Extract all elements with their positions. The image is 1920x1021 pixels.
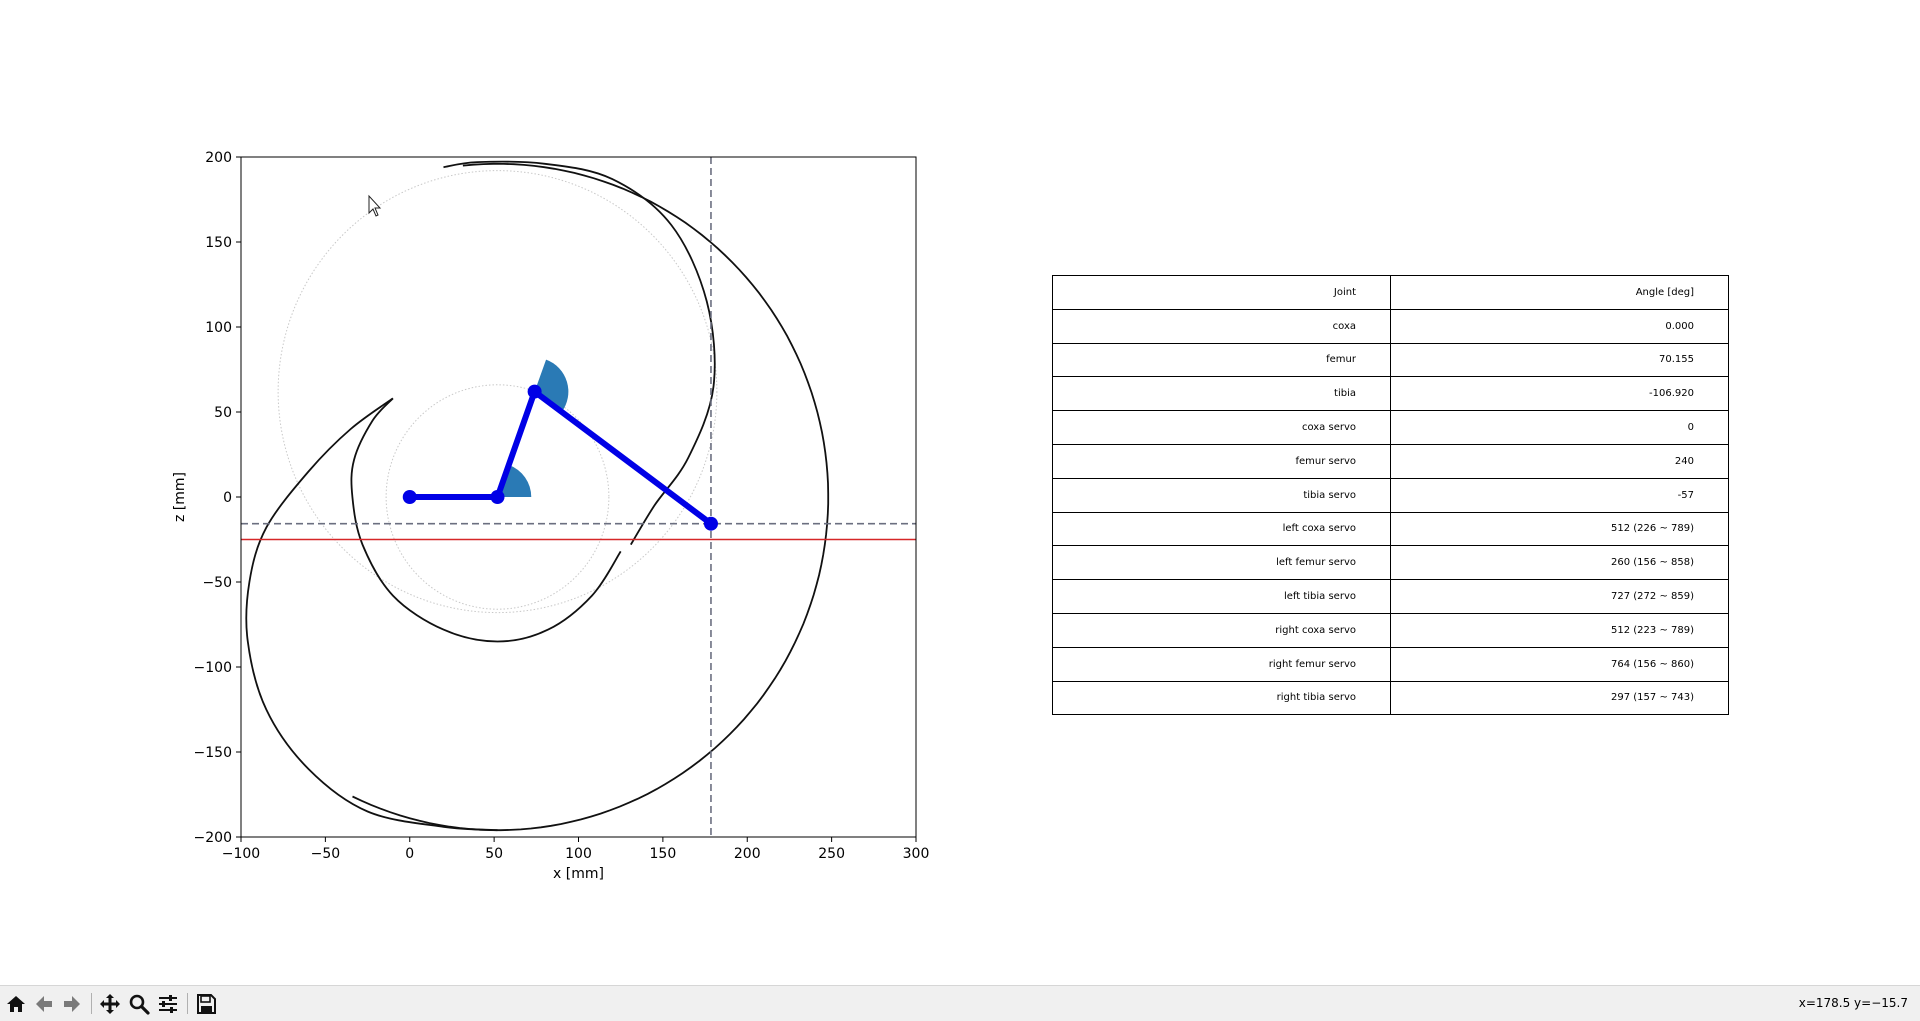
joint-value-cell: -106.920	[1390, 376, 1729, 412]
joint-value-cell: 70.155	[1390, 342, 1729, 378]
table-row: left coxa servo 512 (226 ~ 789)	[1052, 511, 1729, 547]
joint-name-cell: left tibia servo	[1052, 579, 1391, 614]
table-row: right femur servo 764 (156 ~ 860)	[1052, 646, 1729, 682]
leg-joint-marker	[402, 490, 417, 504]
y-tick-label: −150	[194, 745, 232, 761]
move-icon	[99, 993, 120, 1014]
leg-joint-marker	[527, 384, 542, 399]
arrow-right-icon	[63, 995, 80, 1012]
table-header-row: Joint Angle [deg]	[1052, 275, 1729, 310]
pan-button[interactable]	[96, 990, 123, 1017]
figure-canvas: −100 −50 0 50 100 150 200 250 300 −200 −150 −100 −50…	[0, 0, 1920, 985]
y-tick-label: 200	[205, 150, 232, 166]
joint-name-cell: femur	[1052, 342, 1391, 378]
table-row: left femur servo 260 (156 ~ 858)	[1052, 545, 1729, 581]
y-tick-label: −50	[202, 575, 232, 591]
x-axis-label: x [mm]	[553, 866, 604, 882]
joint-value-cell: 240	[1390, 443, 1729, 479]
joint-value-cell: 512 (223 ~ 789)	[1390, 612, 1729, 648]
table-row: tibia servo -57	[1052, 477, 1729, 513]
joint-value-cell: 764 (156 ~ 860)	[1390, 646, 1729, 682]
table-row: right tibia servo 297 (157 ~ 743)	[1052, 680, 1729, 716]
table-row: femur 70.155	[1052, 342, 1729, 378]
arrow-left-icon	[35, 995, 52, 1012]
y-axis-label: z [mm]	[172, 472, 188, 522]
joint-angle-table-container: Joint Angle [deg] coxa 0.000 femur 70.155 tibi…	[1052, 275, 1729, 716]
zoom-button[interactable]	[125, 990, 152, 1017]
joint-value-cell: 0.000	[1390, 308, 1729, 344]
joint-name-cell: tibia	[1052, 376, 1391, 412]
y-tick-label: 0	[223, 490, 232, 506]
joint-value-cell: -57	[1390, 477, 1729, 513]
magnifier-icon	[129, 994, 150, 1015]
y-tick-label: 100	[205, 320, 232, 336]
table-row: coxa 0.000	[1052, 308, 1729, 344]
workspace-return-spiral	[350, 397, 622, 643]
y-tick-label: −200	[194, 830, 232, 846]
joint-name-cell: femur servo	[1052, 443, 1391, 479]
x-tick-label: 100	[565, 846, 592, 862]
joint-angle-table: Joint Angle [deg] coxa 0.000 femur 70.155 tibi…	[1052, 275, 1729, 716]
header-joint: Joint	[1052, 275, 1391, 310]
x-tick-label: 0	[405, 846, 414, 862]
joint-name-cell: coxa servo	[1052, 410, 1391, 445]
toolbar-separator	[91, 993, 92, 1014]
joint-name-cell: coxa	[1052, 308, 1391, 344]
leg-joint-marker	[490, 490, 505, 504]
workspace-upper-spiral	[443, 160, 716, 546]
table-row: femur servo 240	[1052, 443, 1729, 479]
y-tick-label: −100	[194, 660, 232, 676]
floppy-disk-icon	[196, 993, 216, 1014]
joint-name-cell: right femur servo	[1052, 646, 1391, 682]
guide-circle	[277, 170, 718, 614]
x-tick-label: 200	[734, 846, 761, 862]
y-tick-label: 50	[214, 405, 232, 421]
cursor-coordinates: x=178.5 y=−15.7	[1798, 996, 1908, 1010]
joint-value-cell: 512 (226 ~ 789)	[1390, 511, 1729, 547]
axes-frame	[240, 156, 917, 838]
mouse-pointer-icon	[368, 194, 382, 217]
joint-value-cell: 727 (272 ~ 859)	[1390, 579, 1729, 614]
workspace-lower-spiral	[245, 397, 498, 832]
table-row: left tibia servo 727 (272 ~ 859)	[1052, 579, 1729, 614]
joint-name-cell: tibia servo	[1052, 477, 1391, 513]
joint-value-cell: 260 (156 ~ 858)	[1390, 545, 1729, 581]
table-row: right coxa servo 512 (223 ~ 789)	[1052, 612, 1729, 648]
x-tick-label: −100	[222, 846, 260, 862]
forward-button[interactable]	[58, 990, 85, 1017]
home-icon	[6, 995, 25, 1012]
joint-value-cell: 297 (157 ~ 743)	[1390, 680, 1729, 716]
joint-value-cell: 0	[1390, 410, 1729, 445]
x-tick-label: 300	[903, 846, 930, 862]
header-angle: Angle [deg]	[1390, 275, 1729, 310]
x-tick-label: 250	[818, 846, 845, 862]
sliders-icon	[158, 994, 177, 1013]
y-tick-label: 150	[205, 235, 232, 251]
table-row: coxa servo 0	[1052, 410, 1729, 445]
x-tick-label: 50	[485, 846, 503, 862]
configure-subplots-button[interactable]	[154, 990, 181, 1017]
x-tick-label: 150	[650, 846, 677, 862]
home-button[interactable]	[2, 990, 29, 1017]
back-button[interactable]	[30, 990, 57, 1017]
leg-joint-marker	[703, 516, 718, 531]
joint-name-cell: right tibia servo	[1052, 680, 1391, 716]
joint-name-cell: left femur servo	[1052, 545, 1391, 581]
save-button[interactable]	[192, 990, 219, 1017]
navigation-toolbar: x=178.5 y=−15.7	[0, 985, 1920, 1021]
joint-name-cell: right coxa servo	[1052, 612, 1391, 648]
leg-links	[406, 388, 714, 527]
toolbar-separator	[187, 993, 188, 1014]
table-row: tibia -106.920	[1052, 376, 1729, 412]
joint-name-cell: left coxa servo	[1052, 511, 1391, 547]
x-tick-label: −50	[311, 846, 341, 862]
